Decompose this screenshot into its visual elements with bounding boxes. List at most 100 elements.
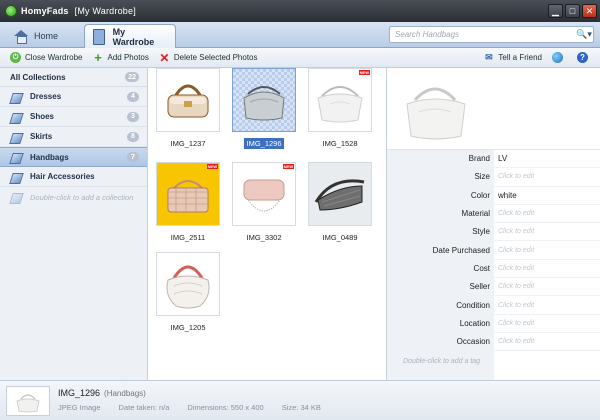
property-value[interactable]: Click to edit (494, 296, 600, 313)
property-row-condition: Condition Click to edit (387, 296, 600, 315)
property-row-color: Color white (387, 186, 600, 205)
tell-a-friend-label: Tell a Friend (498, 53, 542, 62)
count-badge: 3 (127, 111, 139, 122)
status-dimensions: Dimensions: 550 x 400 (187, 403, 264, 412)
all-collections-label: All Collections (10, 72, 66, 82)
count-badge: 4 (127, 91, 139, 102)
tab-my-wardrobe[interactable]: My Wardrobe (84, 24, 176, 48)
property-value[interactable]: Click to edit (494, 260, 600, 277)
property-value[interactable]: Click to edit (494, 168, 600, 185)
close-wardrobe-button[interactable]: ⏻ Close Wardrobe (10, 52, 83, 63)
property-name: Brand (387, 150, 494, 168)
photo-thumbnail[interactable]: NEW IMG_1528 (308, 68, 372, 149)
window-controls: ▁ □ ✕ (546, 4, 597, 18)
property-value[interactable]: Click to edit (494, 205, 600, 222)
status-thumbnail (6, 386, 50, 416)
photo-thumbnail[interactable]: NEW IMG_3302 (232, 162, 296, 243)
search-input[interactable] (390, 27, 575, 42)
photo-thumbnail[interactable]: IMG_1237 (156, 68, 220, 149)
help-icon: ? (577, 52, 588, 63)
property-row-style: Style Click to edit (387, 223, 600, 242)
sidebar-item-label: Shoes (30, 112, 55, 121)
document-title: [My Wardrobe] (74, 6, 136, 16)
collection-icon (10, 111, 24, 123)
preview-handbag-image (406, 87, 466, 139)
property-name: Color (387, 186, 494, 204)
property-name: Location (387, 314, 494, 332)
sidebar-item-hair-accessories[interactable]: Hair Accessories (0, 167, 147, 187)
power-icon: ⏻ (10, 52, 21, 63)
sidebar-item-label: Skirts (30, 132, 53, 141)
tab-my-wardrobe-label: My Wardrobe (112, 26, 155, 47)
photo-image (232, 68, 296, 132)
property-value[interactable]: Click to edit (494, 241, 600, 258)
photo-caption: IMG_0489 (322, 233, 358, 242)
add-collection-hint-label: Double-click to add a collection (30, 192, 134, 202)
handbag-image (243, 179, 285, 212)
tell-a-friend-button[interactable]: ✉ Tell a Friend (483, 52, 542, 63)
photo-caption: IMG_1237 (170, 139, 206, 148)
handbag-image (314, 179, 365, 211)
handbag-image (317, 86, 363, 123)
photo-thumbnail-selected[interactable]: IMG_1296 (232, 68, 296, 149)
photo-image: NEW (156, 162, 220, 226)
sidebar-item-shoes[interactable]: Shoes 3 (0, 107, 147, 127)
count-badge: 8 (127, 131, 139, 142)
handbag-image (243, 86, 285, 121)
close-wardrobe-label: Close Wardrobe (25, 53, 83, 62)
photo-preview (387, 68, 600, 150)
property-value[interactable]: Click to edit (494, 223, 600, 240)
property-value[interactable]: LV (494, 150, 600, 167)
sidebar-item-handbags[interactable]: Handbags 7 (0, 147, 147, 167)
collection-icon (10, 171, 24, 183)
collection-icon (10, 151, 24, 163)
delete-icon: ✕ (159, 50, 170, 65)
maximize-button[interactable]: □ (565, 4, 580, 18)
new-badge: NEW (282, 164, 294, 169)
web-button[interactable] (552, 52, 567, 63)
details-filler (387, 367, 494, 380)
add-photos-button[interactable]: + Add Photos (93, 50, 149, 65)
toolbar: ⏻ Close Wardrobe + Add Photos ✕ Delete S… (0, 48, 600, 68)
property-name: Occasion (387, 332, 494, 351)
photo-image (308, 162, 372, 226)
property-value[interactable]: Click to edit (494, 278, 600, 295)
status-filename: IMG_1296 (Handbags) (58, 388, 146, 398)
handbag-image (167, 84, 209, 118)
photo-caption: IMG_2511 (170, 233, 206, 242)
minimize-button[interactable]: ▁ (548, 4, 563, 18)
help-button[interactable]: ? (577, 52, 592, 63)
property-value[interactable]: Click to edit (494, 315, 600, 332)
sidebar-item-skirts[interactable]: Skirts 8 (0, 127, 147, 147)
app-logo-icon (5, 5, 17, 17)
collection-icon (10, 91, 24, 103)
add-collection-hint[interactable]: Double-click to add a collection (0, 187, 147, 207)
property-name: Condition (387, 296, 494, 314)
property-row-material: Material Click to edit (387, 204, 600, 224)
photo-image (156, 252, 220, 316)
sidebar-item-label: Hair Accessories (30, 172, 95, 181)
photo-thumbnail[interactable]: IMG_1205 (156, 252, 220, 333)
tab-home[interactable]: Home (6, 24, 76, 48)
delete-selected-photos-button[interactable]: ✕ Delete Selected Photos (159, 50, 258, 65)
close-window-button[interactable]: ✕ (582, 4, 597, 18)
photo-thumbnail[interactable]: IMG_0489 (308, 162, 372, 243)
photo-thumbnail[interactable]: NEW IMG_2511 (156, 162, 220, 243)
photo-image: NEW (232, 162, 296, 226)
handbag-image (167, 180, 209, 213)
all-collections-item[interactable]: All Collections 22 (0, 68, 147, 87)
property-row-brand: Brand LV (387, 150, 600, 169)
search-icon[interactable]: 🔍▾ (575, 27, 593, 42)
photo-caption: IMG_3302 (246, 233, 282, 242)
property-name: Cost (387, 259, 494, 278)
handbag-image (166, 265, 210, 309)
window-title: HomyFads [My Wardrobe] (21, 6, 136, 16)
sidebar-item-dresses[interactable]: Dresses 4 (0, 87, 147, 107)
property-value[interactable]: Click to edit (494, 333, 600, 350)
status-size: Size: 34 KB (281, 403, 321, 412)
delete-selected-photos-label: Delete Selected Photos (173, 53, 258, 62)
photo-image (156, 68, 220, 132)
property-value[interactable]: white (494, 187, 600, 204)
globe-icon (552, 52, 563, 63)
status-date-taken: Date taken: n/a (118, 403, 170, 412)
